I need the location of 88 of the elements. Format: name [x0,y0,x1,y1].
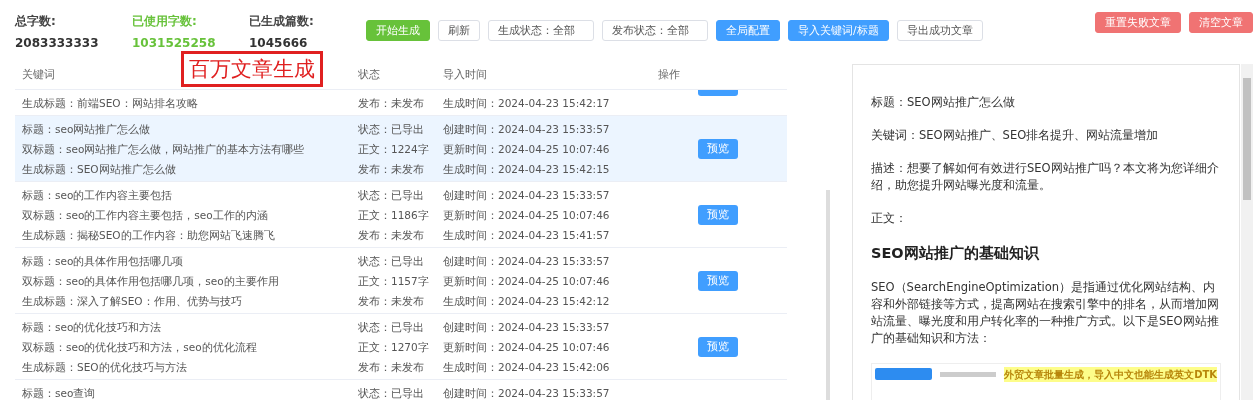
table-row[interactable]: 标题：seo网站推广怎么做 双标题：seo网站推广怎么做，网站推广的基本方法有哪些 生成标题：SEO网站推广怎么做 状态：已导出 正文：1224字 发布：未发布 创建时间：2024-04-23 15:33:57 更新时间：2024-04-25 10:07:46 生成时间：2024-04-23 15:42:15 预览 [15,116,787,182]
time-value: 2024-04-23 15:33:57 [498,122,610,137]
table-cell-text: 正文：1157字 [358,274,430,289]
time-label: 创建时间： [443,188,498,203]
table-cell-text: 发布：未发布 [358,228,425,243]
time-label: 生成时间： [443,294,498,309]
overlay-caption: 百万文章生成 [181,51,323,87]
table-cell-text: 状态：已导出 [358,122,425,137]
table-cell-text: 状态：已导出 [358,386,425,400]
stat-label: 总字数: [15,13,57,30]
table-cell-text: 双标题：seo的工作内容主要包括，seo工作的内涵 [22,208,269,223]
table-cell-text: 状态：已导出 [358,320,425,335]
column-header: 关键词 [22,67,55,80]
stat-label: 已使用字数: [132,13,198,30]
toolbar-button[interactable]: 导出成功文章 [896,20,983,41]
scrollbar[interactable] [826,190,830,400]
table-cell-text: 生成标题：SEO的优化技巧与方法 [22,360,188,375]
time-value: 2024-04-25 10:07:46 [498,274,610,289]
table-cell-text: 状态：已导出 [358,254,425,269]
time-label: 更新时间： [443,208,498,223]
time-label: 生成时间： [443,228,498,243]
time-label: 更新时间： [443,142,498,157]
table-cell-text: 生成标题：前端SEO：网站排名攻略 [22,96,199,111]
preview-button[interactable] [698,90,738,96]
time-label: 创建时间： [443,254,498,269]
time-value: 2024-04-23 15:42:06 [498,360,610,375]
table-cell-text: 正文：1270字 [358,340,430,355]
time-label: 创建时间： [443,122,498,137]
table-cell-text: 状态：已导出 [358,188,425,203]
time-value: 2024-04-23 15:41:57 [498,228,610,243]
table-row[interactable]: 标题：seo的工作内容主要包括 双标题：seo的工作内容主要包括，seo工作的内涵 生成标题：揭秘SEO的工作内容：助您网站飞速腾飞 状态：已导出 正文：1186字 发布：未发布 创建时间：2024-04-23 15:33:57 更新时间：2024-04-25 10:07:46 生成时间：2024-04-23 15:41:57 预览 [15,182,787,248]
paragraph: 描述：想要了解如何有效进行SEO网站推广吗？本文将为您详细介绍，助您提升网站曝光度和流量。 [871,160,1220,194]
paragraph: 关键词：SEO网站推广、SEO排名提升、网站流量增加 [871,127,1160,144]
time-value: 2024-04-23 15:33:57 [498,386,610,400]
time-value: 2024-04-23 15:42:12 [498,294,610,309]
time-label: 生成时间： [443,96,498,111]
time-value: 2024-04-23 15:42:15 [498,162,610,177]
table-cell-text: 发布：未发布 [358,360,425,375]
table-cell-text: 发布：未发布 [358,162,425,177]
time-label: 生成时间： [443,360,498,375]
time-label: 生成时间： [443,162,498,177]
table-cell-text: 生成标题：深入了解SEO：作用、优势与技巧 [22,294,243,309]
time-label: 更新时间： [443,340,498,355]
time-value: 2024-04-25 10:07:46 [498,142,610,157]
column-header: 状态 [358,67,380,80]
table-row[interactable]: 标题：seo的优化技巧和方法 双标题：seo的优化技巧和方法，seo的优化流程 生成标题：SEO的优化技巧与方法 状态：已导出 正文：1270字 发布：未发布 创建时间：2024-04-23 15:33:57 更新时间：2024-04-25 10:07:46 生成时间：2024-04-23 15:42:06 预览 [15,314,787,380]
time-value: 2024-04-25 10:07:46 [498,340,610,355]
menu-bar-drawing [939,371,997,377]
table-cell-text: 生成标题：揭秘SEO的工作内容：助您网站飞速腾飞 [22,228,276,243]
time-value: 2024-04-23 15:33:57 [498,254,610,269]
table-cell-text: 双标题：seo的具体作用包括哪几项，seo的主要作用 [22,274,280,289]
table-cell-text: 标题：seo的具体作用包括哪几项 [22,254,185,269]
status-select[interactable]: 生成状态：全部 [488,20,594,41]
table-cell-text: 标题：seo查询 [22,386,97,400]
stat-value: 2083333333 [15,35,100,52]
time-label: 创建时间： [443,386,498,400]
sidebar-button-drawing [875,368,932,381]
time-value: 2024-04-23 15:42:17 [498,96,610,111]
table-cell-text: 正文：1186字 [358,208,430,223]
stat-label: 已生成篇数: [249,13,315,30]
table-cell-text: 正文：1224字 [358,142,430,157]
paragraph: SEO（SearchEngineOptimization）是指通过优化网站结构、内容和外部链接等方式，提高网站在搜索引擎中的排名，从而增加网站流量、曝光度和用户转化率的一种推广方式。以下是SEO网站推广的基础知识和方法： [871,278,1220,347]
time-value: 2024-04-23 15:33:57 [498,320,610,335]
table-cell-text: 双标题：seo网站推广怎么做，网站推广的基本方法有哪些 [22,142,306,157]
table-cell-text: 标题：seo的工作内容主要包括 [22,188,174,203]
table-cell-text: 发布：未发布 [358,294,425,309]
toolbar-button[interactable]: 刷新 [438,20,480,41]
paragraph: 标题：SEO网站推广怎么做 [871,94,1016,111]
time-label: 更新时间： [443,274,498,289]
scrollbar-thumb[interactable] [1243,78,1251,200]
table-cell-text: 生成标题：SEO网站推广怎么做 [22,162,177,177]
time-label: 创建时间： [443,320,498,335]
section-heading: SEO网站推广的基础知识 [871,244,1040,263]
table-row[interactable]: 标题：seo查询 状态：已导出 创建时间：2024-04-23 15:33:57 [15,380,787,400]
column-header: 导入时间 [443,67,487,80]
column-header: 操作 [658,67,680,80]
table-row[interactable]: 标题：seo的具体作用包括哪几项 双标题：seo的具体作用包括哪几项，seo的主要作用 生成标题：深入了解SEO：作用、优势与技巧 状态：已导出 正文：1157字 发布：未发布 创建时间：2024-04-23 15:33:57 更新时间：2024-04-25 10:07:46 生成时间：2024-04-23 15:42:12 预览 [15,248,787,314]
table-cell-text: 双标题：seo的优化技巧和方法，seo的优化流程 [22,340,258,355]
highlighted-caption: 外贸文章批量生成，导入中文也能生成英文DTK [1004,366,1217,382]
paragraph: 正文： [871,210,908,227]
status-select[interactable]: 发布状态：全部 [602,20,708,41]
table-cell-text: 发布：未发布 [358,96,425,111]
table-cell-text: 标题：seo的优化技巧和方法 [22,320,163,335]
stat-value: 1045666 [249,35,309,52]
table-cell-text: 标题：seo网站推广怎么做 [22,122,152,137]
stat-value: 1031525258 [132,35,217,52]
time-value: 2024-04-23 15:33:57 [498,188,610,203]
time-value: 2024-04-25 10:07:46 [498,208,610,223]
